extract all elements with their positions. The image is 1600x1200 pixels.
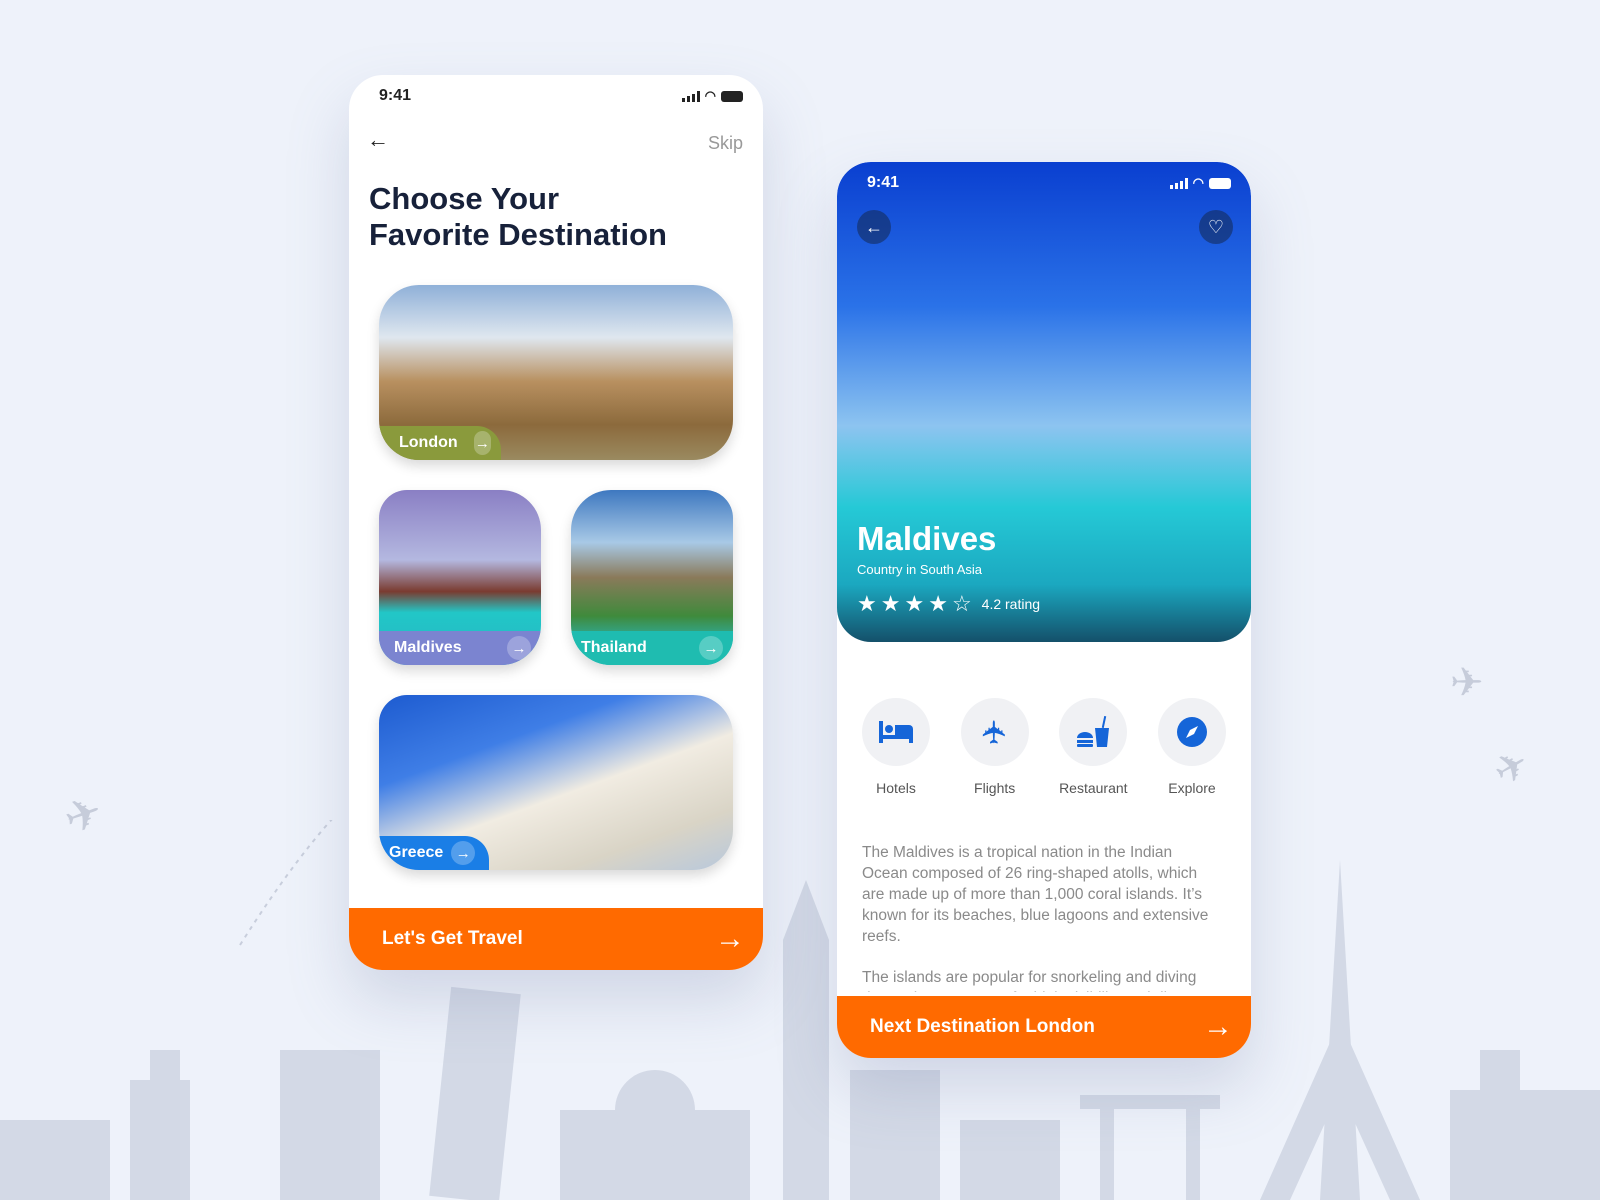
page-title: Choose Your Favorite Destination — [369, 181, 667, 252]
arrow-right-icon: → — [507, 636, 531, 660]
arrow-right-icon: → — [715, 922, 745, 955]
airplane-decoration-icon: ✈ — [1486, 740, 1538, 796]
card-label: London → — [379, 426, 501, 460]
category-explore[interactable]: Explore — [1157, 698, 1227, 796]
status-time: 9:41 — [379, 87, 412, 104]
food-drink-icon — [1077, 716, 1110, 747]
star-icon: ★ — [904, 591, 925, 616]
category-restaurant[interactable]: Restaurant — [1058, 698, 1128, 796]
wifi-icon: ◠ — [704, 88, 716, 103]
signal-icon — [681, 90, 700, 102]
airplane-icon: ✈ — [976, 718, 1013, 746]
destination-card-maldives[interactable]: Maldives → — [379, 490, 541, 665]
compass-icon — [1176, 717, 1207, 747]
airplane-decoration-icon: ✈ — [1450, 661, 1484, 705]
hero-image-maldives: 9:41 ◠ ← ♡ Maldives Country in South Asi… — [837, 162, 1251, 642]
favorite-heart-button[interactable]: ♡ — [1199, 210, 1233, 244]
star-icon: ★ — [880, 591, 901, 616]
category-hotels[interactable]: Hotels — [861, 698, 931, 796]
wifi-icon: ◠ — [1192, 175, 1204, 190]
bed-icon — [879, 721, 913, 743]
destination-detail-screen: 9:41 ◠ ← ♡ Maldives Country in South Asi… — [837, 162, 1251, 1058]
place-name: Maldives — [857, 520, 997, 557]
rating: ★ ★ ★ ★ ☆ 4.2 rating — [857, 591, 1041, 616]
status-bar: 9:41 ◠ — [867, 174, 1231, 192]
description-paragraph: The islands are popular for snorkeling a… — [862, 969, 1205, 992]
signal-icon — [1169, 177, 1188, 189]
description: The Maldives is a tropical nation in the… — [862, 842, 1222, 992]
arrow-right-icon: → — [1203, 1010, 1233, 1043]
category-flights[interactable]: ✈ Flights — [960, 698, 1030, 796]
rating-label: 4.2 rating — [981, 596, 1041, 612]
next-destination-button[interactable]: Next Destination London → — [837, 996, 1251, 1058]
back-button[interactable]: ← — [857, 210, 891, 244]
star-icon: ★ — [857, 591, 877, 616]
arrow-right-icon: → — [699, 636, 723, 660]
back-button[interactable]: ← — [367, 127, 389, 153]
card-label: Thailand → — [571, 631, 733, 665]
destination-card-thailand[interactable]: Thailand → — [571, 490, 733, 665]
skip-button[interactable]: Skip — [708, 133, 743, 154]
status-time: 9:41 — [867, 174, 900, 191]
description-paragraph: The Maldives is a tropical nation in the… — [862, 844, 1209, 945]
landmarks-skyline-illustration — [0, 820, 1600, 1200]
status-bar: 9:41 ◠ — [379, 87, 743, 105]
arrow-right-icon: → — [473, 431, 491, 455]
battery-icon — [721, 90, 743, 102]
place-subtitle: Country in South Asia — [857, 562, 983, 577]
destination-card-london[interactable]: London → — [379, 285, 733, 460]
lets-get-travel-button[interactable]: Let's Get Travel → — [349, 908, 763, 970]
star-icon: ★ — [928, 591, 948, 616]
arrow-right-icon: → — [451, 841, 476, 865]
destination-card-greece[interactable]: Greece → — [379, 695, 733, 870]
choose-destination-screen: 9:41 ◠ ← Skip Choose Your Favorite Destin… — [349, 75, 763, 970]
card-label: Maldives → — [379, 631, 541, 665]
card-label: Greece → — [379, 836, 489, 870]
category-row: Hotels ✈ Flights Restaurant Explore — [861, 698, 1227, 796]
battery-icon — [1209, 177, 1231, 189]
star-outline-icon: ☆ — [951, 591, 972, 616]
